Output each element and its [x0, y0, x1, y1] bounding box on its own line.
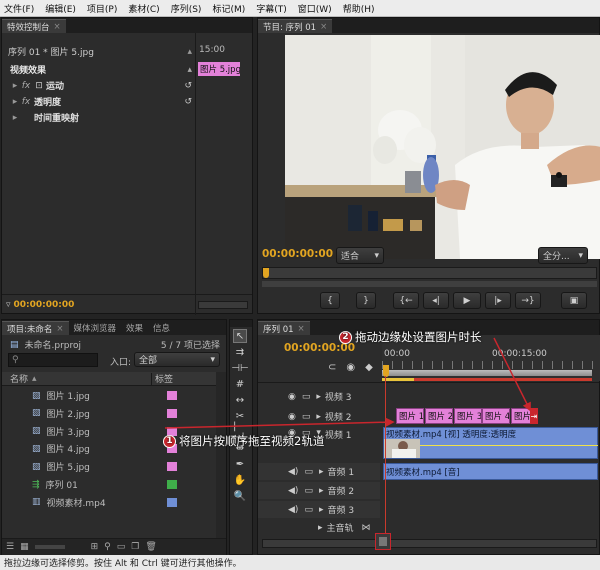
step-number-badge: 2	[339, 330, 352, 344]
step-number-badge: 1	[163, 434, 176, 448]
status-bar: 拖拉边缘可选择修剪。按住 Alt 和 Ctrl 键可进行其他操作。	[0, 555, 600, 570]
annotation-text: 将图片按顺序拖至视频2轨道	[179, 434, 325, 448]
annotation-step-2: 2 拖动边缘处设置图片时长	[339, 329, 482, 345]
annotation-step-1: 1 将图片按顺序拖至视频2轨道	[163, 433, 324, 449]
status-text: 拖拉边缘可选择修剪。按住 Alt 和 Ctrl 键可进行其他操作。	[4, 559, 242, 569]
annotation-arrows	[164, 337, 531, 429]
annotation-text: 拖动边缘处设置图片时长	[355, 330, 482, 344]
